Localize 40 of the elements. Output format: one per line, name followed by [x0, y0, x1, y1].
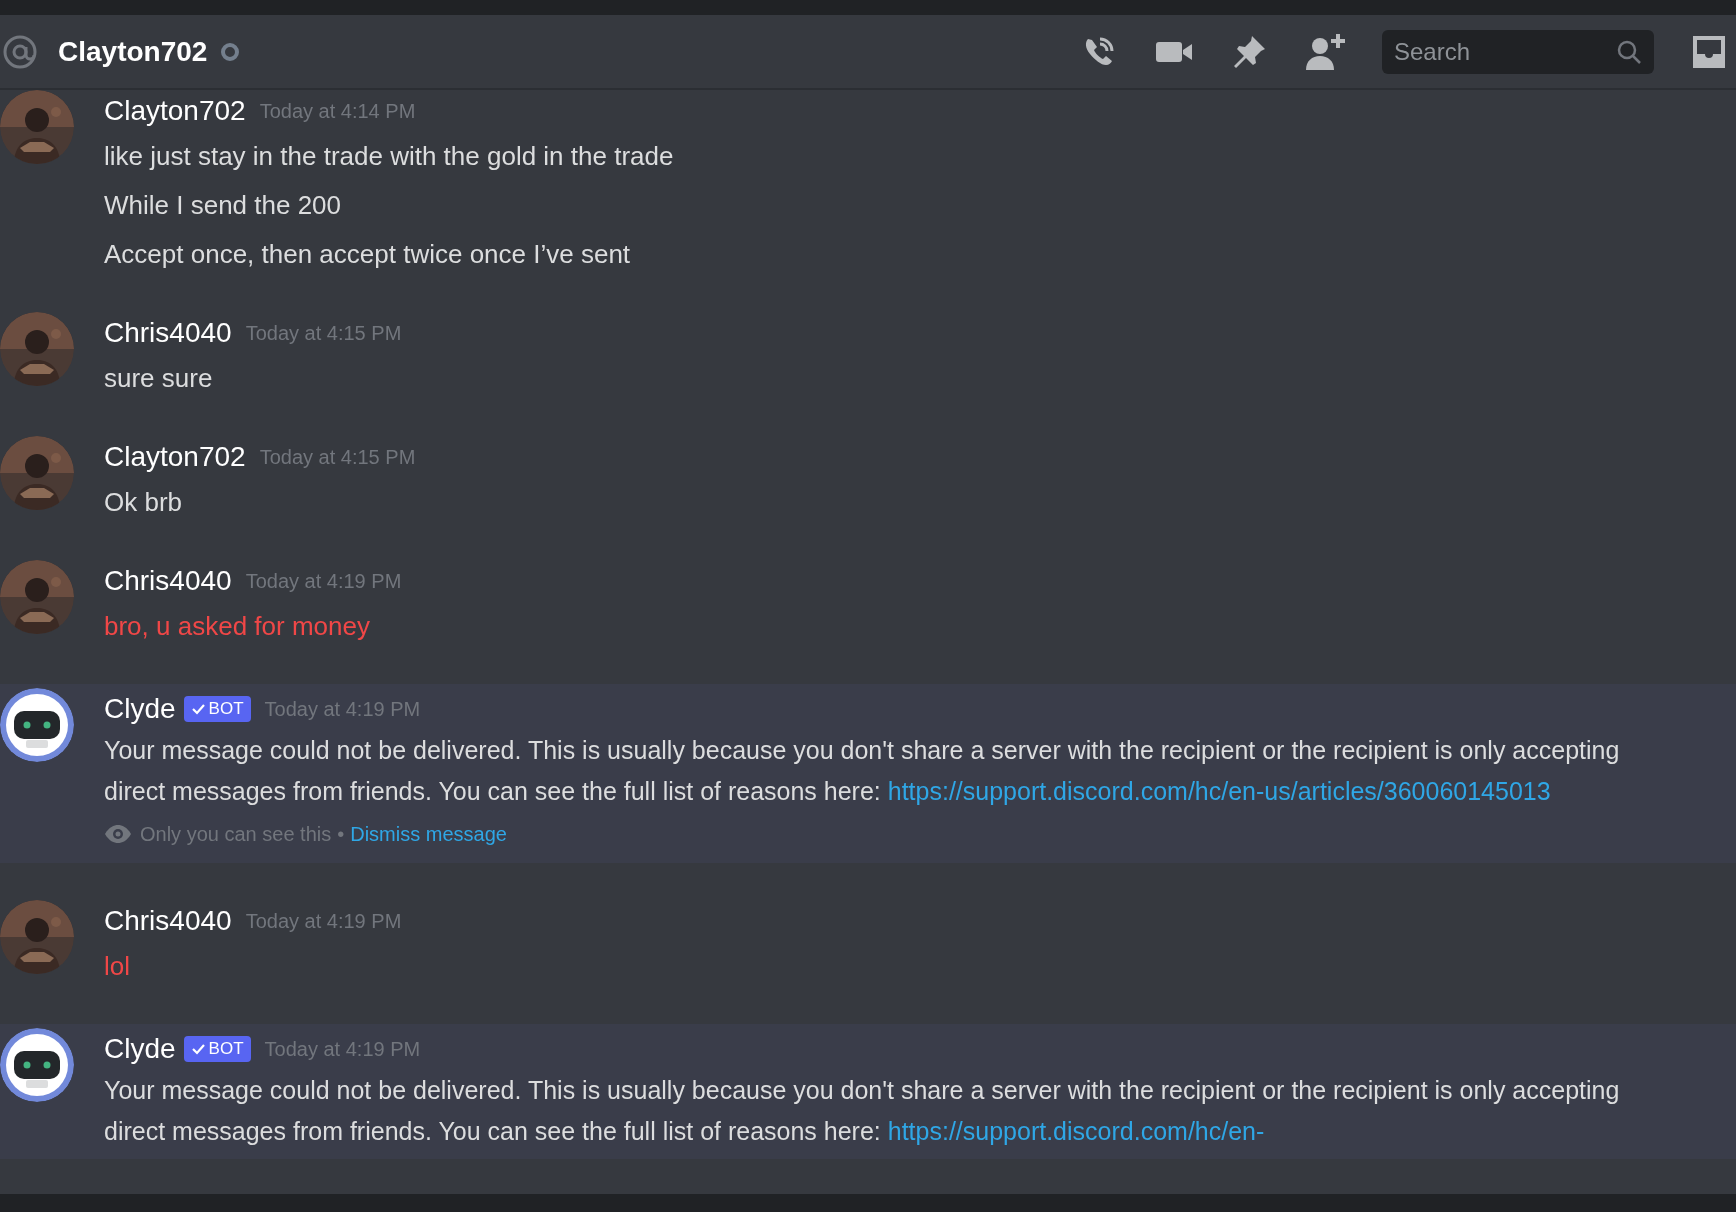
- check-icon: [190, 702, 205, 716]
- message-text: Your message could not be delivered. This is usually because you don't share a server with the recipient or the recipient is only accepting direct messages from friends. You can see the full list of reasons here: https://support.discord.com/hc/en-us/articles/360060145013: [104, 735, 1621, 807]
- check-icon: [190, 1042, 205, 1056]
- dismiss-link[interactable]: Dismiss message: [350, 822, 507, 846]
- username[interactable]: Chris4040: [104, 905, 232, 937]
- username[interactable]: Clayton702: [104, 441, 246, 473]
- bot-avatar[interactable]: [0, 1028, 74, 1102]
- eye-icon: [104, 824, 132, 844]
- separator: •: [337, 822, 345, 846]
- timestamp: Today at 4:19 PM: [245, 909, 402, 933]
- message-text: While I send the 200: [104, 189, 343, 222]
- username[interactable]: Chris4040: [104, 317, 232, 349]
- add-friend-icon[interactable]: [1304, 31, 1346, 72]
- channel-title: Clayton702: [58, 35, 208, 68]
- username[interactable]: Clayton702: [104, 95, 246, 127]
- username[interactable]: Chris4040: [104, 565, 232, 597]
- message-text: sure sure: [104, 362, 214, 395]
- message-text: Accept once, then accept twice once I’ve sent: [104, 238, 632, 271]
- timestamp: Today at 4:19 PM: [245, 569, 402, 593]
- message-text: Your message could not be delivered. This is usually because you don't share a server with the recipient or the recipient is only accepting direct messages from friends. You can see the full list of reasons here: https://support.discord.com/hc/en-: [104, 1075, 1621, 1147]
- search-icon[interactable]: [1616, 38, 1642, 65]
- ephemeral-note: Only you can see this: [140, 822, 332, 846]
- at-sign-icon: [2, 33, 38, 70]
- link[interactable]: https://support.discord.com/hc/en-: [887, 1117, 1265, 1145]
- message-text: Ok brb: [104, 486, 184, 519]
- bot-label: BOT: [208, 699, 244, 719]
- username[interactable]: Clyde: [104, 1033, 176, 1065]
- bot-label: BOT: [208, 1039, 244, 1059]
- timestamp: Today at 4:19 PM: [264, 1037, 421, 1061]
- message-text: lol: [104, 950, 131, 983]
- search-field[interactable]: Search: [1382, 29, 1654, 74]
- message-text: like just stay in the trade with the gold in the trade: [104, 140, 675, 173]
- message-text: bro, u asked for money: [104, 610, 371, 643]
- timestamp: Today at 4:14 PM: [259, 99, 416, 123]
- link[interactable]: https://support.discord.com/hc/en-us/articles/360060145013: [887, 777, 1551, 805]
- timestamp: Today at 4:19 PM: [264, 697, 421, 721]
- timestamp: Today at 4:15 PM: [245, 321, 402, 345]
- bot-avatar[interactable]: [0, 688, 74, 762]
- username[interactable]: Clyde: [104, 693, 176, 725]
- timestamp: Today at 4:15 PM: [259, 445, 416, 469]
